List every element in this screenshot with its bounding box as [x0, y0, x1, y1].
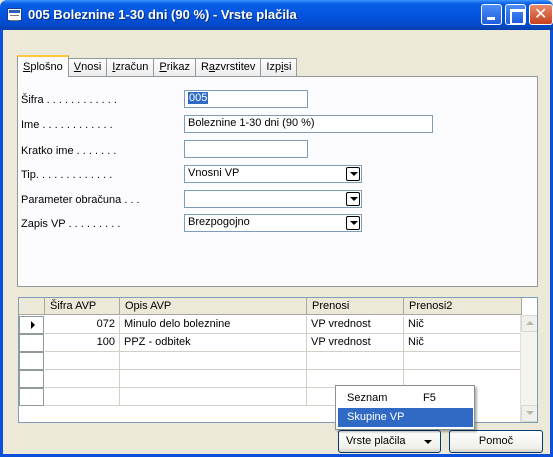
- grid-header-opis[interactable]: Opis AVP: [120, 298, 307, 315]
- tab-label: si: [283, 61, 292, 73]
- row-selector-current[interactable]: [19, 316, 44, 334]
- table-cell-empty[interactable]: [120, 352, 307, 370]
- grid-header-prenosi2[interactable]: Prenosi2: [404, 298, 522, 315]
- close-button[interactable]: ✕: [529, 4, 553, 25]
- tab-label: zvrstitev: [215, 61, 256, 73]
- sifra-label: Šifra . . . . . . . . . . . .: [21, 94, 117, 106]
- table-cell-sifra[interactable]: 072: [45, 316, 120, 334]
- tab-label: rikaz: [166, 61, 190, 73]
- table-cell-empty[interactable]: [120, 388, 307, 406]
- window-form-icon: [7, 8, 22, 21]
- vrste-placila-label: Vrste plačila: [346, 435, 406, 447]
- chevron-down-icon[interactable]: [346, 216, 360, 230]
- tab-label: nosi: [81, 61, 102, 73]
- window-title: 005 Boleznine 1-30 dni (90 %) - Vrste pl…: [28, 7, 297, 22]
- tab-label: Izp: [266, 61, 282, 73]
- menu-item-skupine-vp[interactable]: Skupine VP: [338, 408, 473, 427]
- zapis-value: Brezpogojno: [188, 216, 250, 228]
- vrste-placila-popup-menu: Seznam F5 Skupine VP: [335, 385, 475, 430]
- chevron-down-icon[interactable]: [346, 192, 360, 206]
- table-cell-prenosi[interactable]: VP vrednost: [307, 316, 404, 334]
- scroll-up-icon[interactable]: [521, 315, 537, 332]
- row-selector[interactable]: [19, 334, 44, 352]
- tab-prikaz[interactable]: Prikaz: [153, 58, 196, 77]
- chevron-down-icon[interactable]: [346, 167, 360, 181]
- zapis-vp-select[interactable]: Brezpogojno: [184, 214, 362, 232]
- grid-header-prenosi[interactable]: Prenosi: [307, 298, 404, 315]
- ime-field[interactable]: Boleznine 1-30 dni (90 %): [184, 115, 433, 133]
- menu-item-label: Seznam: [347, 392, 388, 404]
- tab-accel: V: [73, 61, 82, 73]
- table-cell-prenosi[interactable]: VP vrednost: [307, 334, 404, 352]
- menu-item-label: Skupine VP: [347, 411, 405, 423]
- vrste-placila-menu-button[interactable]: Vrste plačila: [338, 430, 441, 453]
- grid-vertical-scrollbar[interactable]: [520, 315, 537, 422]
- table-cell-empty[interactable]: [307, 352, 404, 370]
- tip-label: Tip. . . . . . . . . . . . .: [21, 169, 113, 181]
- tab-label: R: [200, 61, 209, 73]
- tab-accel: P: [159, 61, 167, 73]
- kratko-ime-label: Kratko ime . . . . . . .: [21, 145, 117, 157]
- sifra-value: 005: [188, 92, 209, 104]
- grid-corner: [19, 298, 45, 315]
- table-cell-prenosi2[interactable]: Nič: [404, 316, 522, 334]
- maximize-button[interactable]: [505, 4, 526, 25]
- grid-header-sifra[interactable]: Šifra AVP: [45, 298, 120, 315]
- parameter-obracuna-label: Parameter obračuna . . .: [21, 194, 140, 206]
- table-cell-opis[interactable]: PPZ - odbitek: [120, 334, 307, 352]
- menu-item-seznam[interactable]: Seznam F5: [338, 389, 473, 408]
- sifra-field[interactable]: 005: [184, 90, 308, 108]
- tip-value: Vnosni VP: [188, 167, 240, 179]
- table-cell-sifra[interactable]: 100: [45, 334, 120, 352]
- minimize-button[interactable]: [481, 4, 502, 25]
- tab-strip: Splošno Vnosi Izračun Prikaz Razvrstitev…: [17, 55, 298, 77]
- close-icon: ✕: [534, 6, 548, 23]
- table-cell-prenosi2[interactable]: Nič: [404, 334, 522, 352]
- tab-razvrstitev[interactable]: Razvrstitev: [194, 58, 262, 77]
- tab-izracun[interactable]: Izračun: [106, 58, 155, 77]
- parameter-obracuna-select[interactable]: [184, 190, 362, 208]
- row-selector[interactable]: [19, 370, 44, 388]
- menu-item-shortcut: F5: [423, 392, 436, 404]
- row-selector[interactable]: [19, 388, 44, 406]
- title-bar[interactable]: 005 Boleznine 1-30 dni (90 %) - Vrste pl…: [0, 0, 553, 30]
- table-cell-empty[interactable]: [120, 370, 307, 388]
- zapis-vp-label: Zapis VP . . . . . . . . .: [21, 218, 121, 230]
- kratko-ime-field[interactable]: [184, 140, 308, 158]
- table-cell-empty[interactable]: [45, 370, 120, 388]
- table-cell-empty[interactable]: [45, 352, 120, 370]
- pomoc-button[interactable]: Pomoč: [449, 430, 543, 453]
- tab-splosno[interactable]: Splošno: [17, 55, 69, 77]
- scroll-down-icon[interactable]: [521, 405, 537, 422]
- row-selector[interactable]: [19, 352, 44, 370]
- table-cell-opis[interactable]: Minulo delo boleznine: [120, 316, 307, 334]
- table-cell-empty[interactable]: [404, 352, 522, 370]
- table-cell-empty[interactable]: [45, 388, 120, 406]
- tab-label: plošno: [30, 61, 63, 73]
- tab-label: zračun: [115, 61, 149, 73]
- ime-label: Ime . . . . . . . . . . . .: [21, 119, 113, 131]
- tab-izpisi[interactable]: Izpisi: [260, 58, 298, 77]
- tab-vnosi[interactable]: Vnosi: [67, 58, 108, 77]
- tip-select[interactable]: Vnosni VP: [184, 165, 362, 183]
